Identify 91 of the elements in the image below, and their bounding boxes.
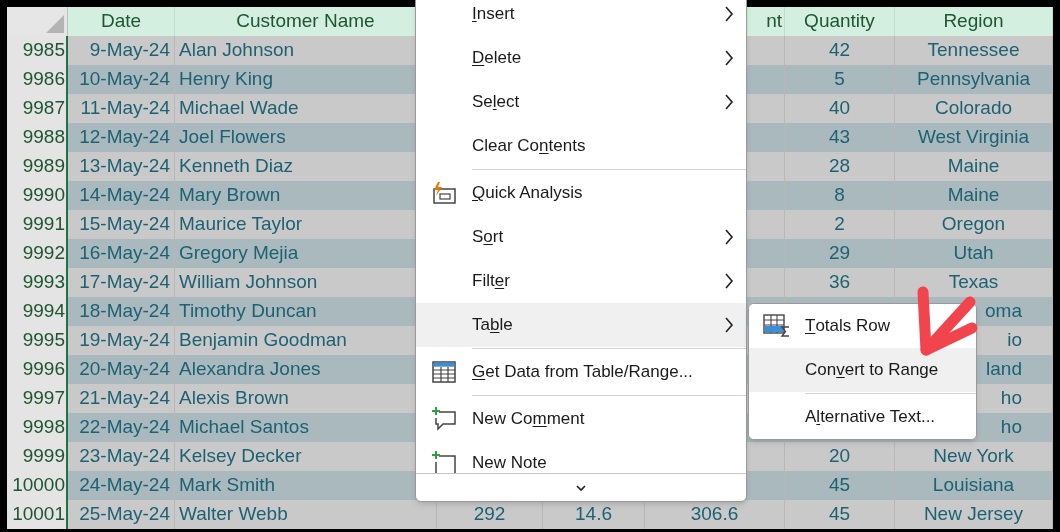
table-cell: 42 bbox=[785, 36, 895, 65]
table-cell: 20 bbox=[785, 442, 895, 471]
table-cell: 8 bbox=[785, 181, 895, 210]
chevron-right-icon bbox=[724, 94, 734, 110]
chevron-down-icon[interactable] bbox=[575, 483, 587, 492]
row-header[interactable]: 9986 bbox=[7, 65, 68, 94]
table-cell: 28 bbox=[785, 152, 895, 181]
row-header[interactable]: 9988 bbox=[7, 123, 68, 152]
table-cell: West Virginia bbox=[895, 123, 1053, 152]
table-cell: 14-May-24 bbox=[68, 181, 175, 210]
table-cell: 9-May-24 bbox=[68, 36, 175, 65]
table-cell: 14.6 bbox=[543, 500, 645, 529]
row-header[interactable]: 9992 bbox=[7, 239, 68, 268]
menu-item[interactable]: Sort bbox=[416, 215, 746, 259]
row-header[interactable]: 9995 bbox=[7, 326, 68, 355]
comment-plus-icon bbox=[431, 406, 457, 432]
table-cell: 40 bbox=[785, 94, 895, 123]
menu-item[interactable]: Filter bbox=[416, 259, 746, 303]
table-cell: Pennsylvania bbox=[895, 65, 1053, 94]
row-header[interactable]: 9994 bbox=[7, 297, 68, 326]
menu-item[interactable]: Alternative Text... bbox=[749, 395, 976, 439]
column-header[interactable]: Quantity bbox=[785, 7, 895, 36]
chevron-right-icon bbox=[724, 50, 734, 66]
table-cell: Oregon bbox=[895, 210, 1053, 239]
table-cell: Tennessee bbox=[895, 36, 1053, 65]
table-cell: 17-May-24 bbox=[68, 268, 175, 297]
table-cell: 29 bbox=[785, 239, 895, 268]
table-cell: New York bbox=[895, 442, 1053, 471]
table-cell: 23-May-24 bbox=[68, 442, 175, 471]
table-cell: 45 bbox=[785, 500, 895, 529]
table-cell: 21-May-24 bbox=[68, 384, 175, 413]
column-header[interactable]: Region bbox=[895, 7, 1053, 36]
menu-item[interactable]: Select bbox=[416, 80, 746, 124]
chevron-right-icon bbox=[724, 273, 734, 289]
table-cell: 20-May-24 bbox=[68, 355, 175, 384]
table-icon bbox=[432, 361, 456, 383]
quick-analysis-icon bbox=[431, 181, 457, 205]
table-cell: Utah bbox=[895, 239, 1053, 268]
table-cell: 292 bbox=[437, 500, 543, 529]
table-cell: 10-May-24 bbox=[68, 65, 175, 94]
table-cell: Colorado bbox=[895, 94, 1053, 123]
table-cell: 24-May-24 bbox=[68, 471, 175, 500]
row-header[interactable]: 9999 bbox=[7, 442, 68, 471]
table-cell: 13-May-24 bbox=[68, 152, 175, 181]
menu-item[interactable]: Table bbox=[416, 303, 746, 347]
chevron-right-icon bbox=[724, 317, 734, 333]
table-cell: 22-May-24 bbox=[68, 413, 175, 442]
menu-item[interactable]: Convert to Range bbox=[749, 348, 976, 392]
menu-item[interactable]: Get Data from Table/Range... bbox=[416, 350, 746, 394]
row-header[interactable]: 9991 bbox=[7, 210, 68, 239]
table-cell: Maine bbox=[895, 152, 1053, 181]
menu-item[interactable]: New Note bbox=[416, 441, 746, 473]
column-header[interactable]: Date bbox=[68, 7, 175, 36]
table-cell: 11-May-24 bbox=[68, 94, 175, 123]
table-cell: 306.6 bbox=[645, 500, 785, 529]
note-plus-icon bbox=[431, 450, 457, 473]
table-cell: 16-May-24 bbox=[68, 239, 175, 268]
table-cell: 18-May-24 bbox=[68, 297, 175, 326]
row-header[interactable]: 9987 bbox=[7, 94, 68, 123]
table-cell: 12-May-24 bbox=[68, 123, 175, 152]
table-cell: 43 bbox=[785, 123, 895, 152]
row-header[interactable]: 9990 bbox=[7, 181, 68, 210]
row-header[interactable]: 10001 bbox=[7, 500, 68, 529]
totals-row-icon bbox=[763, 314, 791, 338]
table-cell: 2 bbox=[785, 210, 895, 239]
row-header[interactable]: 9997 bbox=[7, 384, 68, 413]
row-header[interactable]: 9993 bbox=[7, 268, 68, 297]
chevron-right-icon bbox=[724, 229, 734, 245]
chevron-right-icon bbox=[724, 6, 734, 22]
table-cell: 15-May-24 bbox=[68, 210, 175, 239]
row-header[interactable]: 10000 bbox=[7, 471, 68, 500]
menu-item[interactable]: Insert bbox=[416, 0, 746, 36]
menu-item[interactable]: Quick Analysis bbox=[416, 171, 746, 215]
table-cell: 36 bbox=[785, 268, 895, 297]
row-header[interactable]: 9985 bbox=[7, 36, 68, 65]
table-cell: Walter Webb bbox=[175, 500, 437, 529]
table-cell: 25-May-24 bbox=[68, 500, 175, 529]
row-header[interactable]: 9996 bbox=[7, 355, 68, 384]
menu-item[interactable]: Delete bbox=[416, 36, 746, 80]
table-cell: Texas bbox=[895, 268, 1053, 297]
row-header[interactable]: 9989 bbox=[7, 152, 68, 181]
table-cell: 45 bbox=[785, 471, 895, 500]
menu-item[interactable]: New Comment bbox=[416, 397, 746, 441]
table-cell: Maine bbox=[895, 181, 1053, 210]
table-cell: Louisiana bbox=[895, 471, 1053, 500]
menu-item[interactable]: Clear Contents bbox=[416, 124, 746, 168]
row-header[interactable]: 9998 bbox=[7, 413, 68, 442]
triangle-icon bbox=[46, 15, 64, 33]
table-cell: 19-May-24 bbox=[68, 326, 175, 355]
table-cell: 5 bbox=[785, 65, 895, 94]
table-cell: New Jersey bbox=[895, 500, 1053, 529]
